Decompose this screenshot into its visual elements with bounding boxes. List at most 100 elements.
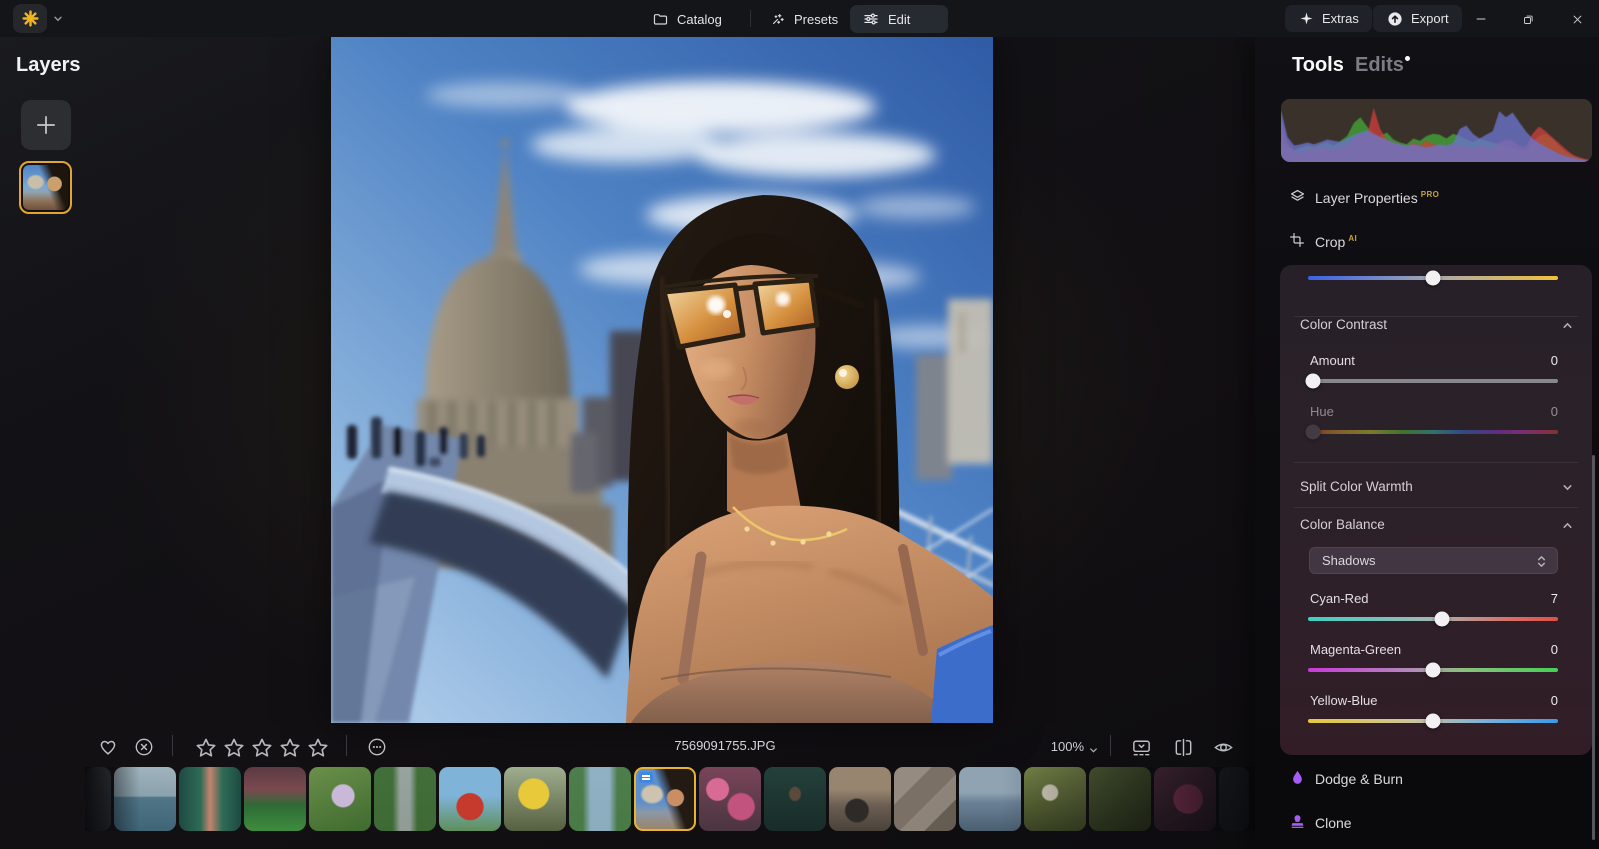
panel-scrollbar[interactable] [1592,455,1595,840]
layer-thumbnail[interactable] [19,161,72,214]
thumb-pink-flowers[interactable] [699,767,761,831]
slider-label: Amount [1310,353,1355,368]
cyan-red-slider[interactable] [1308,611,1558,627]
star-rating-1[interactable] [194,736,218,765]
more-options-button[interactable] [366,736,388,763]
tonal-range-select[interactable]: Shadows [1309,547,1558,574]
tab-edit[interactable]: Edit [850,5,948,33]
thumb-edge-right[interactable] [1219,767,1249,831]
tool-layer-properties[interactable]: Layer Properties PRO [1255,184,1599,214]
favorite-heart-button[interactable] [97,736,119,763]
hue-slider[interactable] [1305,424,1558,440]
filmstrip-toggle-button[interactable] [1130,736,1153,764]
thumb-canal[interactable] [569,767,631,831]
chevron-up-icon[interactable] [1561,519,1574,537]
amount-slider[interactable] [1305,373,1558,389]
yellow-blue-slider-row: Yellow-Blue 0 [1308,693,1558,733]
pro-badge: PRO [1420,190,1440,200]
amount-slider-thumb[interactable] [1305,373,1321,389]
cyan-red-slider-thumb[interactable] [1434,611,1450,627]
section-color-balance[interactable]: Color Balance [1300,517,1385,532]
toolbar-divider [346,735,347,756]
star-rating [194,736,330,765]
thumb-sea[interactable] [114,767,176,831]
thumb-sunflower[interactable] [504,767,566,831]
thumb-person-red[interactable] [439,767,501,831]
thumb-tire-sunset[interactable] [829,767,891,831]
thumb-dandelion[interactable] [1024,767,1086,831]
layer-thumbnail-image [23,165,68,210]
thumb-edge-left[interactable] [85,767,111,831]
thumb-pink-flowers-2[interactable] [1154,767,1216,831]
tab-catalog-label: Catalog [677,11,722,27]
minimize-button[interactable] [1466,7,1496,31]
extras-label: Extras [1322,11,1359,26]
hue-slider-thumb[interactable] [1305,424,1321,440]
filmstrip [85,767,1280,831]
photo-canvas[interactable] [331,37,993,723]
restore-button[interactable] [1513,7,1543,31]
reject-button[interactable] [133,736,155,763]
extras-button[interactable]: Extras [1285,5,1372,32]
layers-panel-title: Layers [16,54,81,76]
star-icon [196,738,216,757]
app-logo-button[interactable] [13,4,47,33]
thumb-lake-fence[interactable] [959,767,1021,831]
zoom-chevron-down-icon[interactable] [1088,743,1099,761]
thumb-forest-path[interactable] [374,767,436,831]
star-rating-4[interactable] [278,736,302,765]
slider-label: Yellow-Blue [1310,693,1378,708]
star-icon [280,738,300,757]
folder-icon [653,13,668,25]
thumb-grass[interactable] [1089,767,1151,831]
chevron-down-icon[interactable] [1561,481,1574,499]
thumb-duck[interactable] [764,767,826,831]
export-button[interactable]: Export [1373,5,1462,32]
quick-preview-button[interactable] [1212,736,1235,764]
section-split-color-warmth[interactable]: Split Color Warmth [1300,479,1413,494]
logo-chevron-down-icon[interactable] [52,12,64,30]
zoom-level-control[interactable]: 100% [1014,739,1084,754]
section-color-contrast[interactable]: Color Contrast [1300,317,1387,332]
eye-icon [1214,743,1233,752]
add-layer-button[interactable] [21,100,71,150]
yellow-blue-slider[interactable] [1308,713,1558,729]
warmth-slider[interactable] [1308,270,1558,286]
zoom-level-value: 100% [1050,739,1084,754]
tab-catalog[interactable]: Catalog [640,5,734,33]
heart-icon [100,740,116,755]
section-divider [1294,507,1578,508]
filmstrip-panel-icon [1133,740,1150,756]
tool-clone[interactable]: Clone [1255,809,1599,839]
tab-presets[interactable]: Presets [757,5,850,33]
thumb-rocks[interactable] [894,767,956,831]
toolbar-divider [1110,735,1111,756]
chevron-up-icon[interactable] [1561,319,1574,337]
tab-divider [750,10,751,27]
yellow-blue-slider-thumb[interactable] [1425,713,1441,729]
circle-x-icon [135,738,153,756]
tool-dodge-burn[interactable]: Dodge & Burn [1255,765,1599,795]
compare-view-button[interactable] [1172,736,1195,764]
magenta-green-slider[interactable] [1308,662,1558,678]
magenta-green-slider-thumb[interactable] [1425,662,1441,678]
select-updown-icon [1535,553,1548,573]
crop-label: Crop AI [1315,234,1358,250]
export-label: Export [1411,11,1449,26]
star-rating-5[interactable] [306,736,330,765]
tool-crop[interactable]: Crop AI [1255,228,1599,258]
thumb-selected-portrait[interactable] [634,767,696,831]
thumb-corridor[interactable] [179,767,241,831]
current-filename: 7569091755.JPG [674,738,776,753]
thumb-flower[interactable] [309,767,371,831]
thumb-stadium[interactable] [244,767,306,831]
star-rating-3[interactable] [250,736,274,765]
histogram[interactable] [1281,99,1592,162]
tab-tools[interactable]: Tools [1292,54,1344,77]
star-rating-2[interactable] [222,736,246,765]
tab-edits[interactable]: Edits [1355,54,1404,77]
close-button[interactable] [1562,7,1592,31]
tool-options-card: Color Contrast Amount 0 Hue 0 Split Colo… [1280,265,1592,755]
warmth-slider-thumb[interactable] [1425,270,1441,286]
dodge-burn-label: Dodge & Burn [1315,771,1403,787]
